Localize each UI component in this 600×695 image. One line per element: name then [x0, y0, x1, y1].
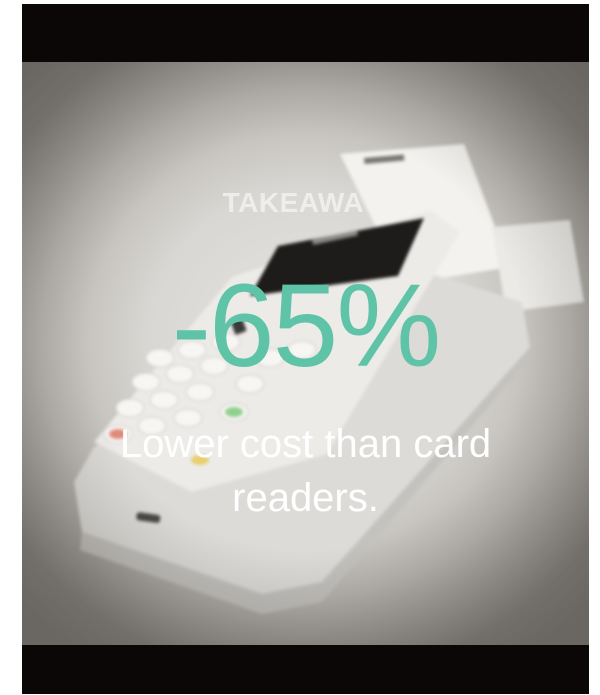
takeaway-label: TAKEAWAY: — [222, 187, 389, 218]
savings-caption: Lower cost than card readers. — [119, 422, 492, 520]
confirm-key-mark — [225, 407, 243, 417]
takeaway-card: TAKEAWAY: -65% Lower cost than card read… — [22, 4, 589, 694]
savings-percentage: -65% — [171, 260, 441, 392]
key-8 — [149, 390, 179, 410]
key-7 — [115, 398, 145, 418]
